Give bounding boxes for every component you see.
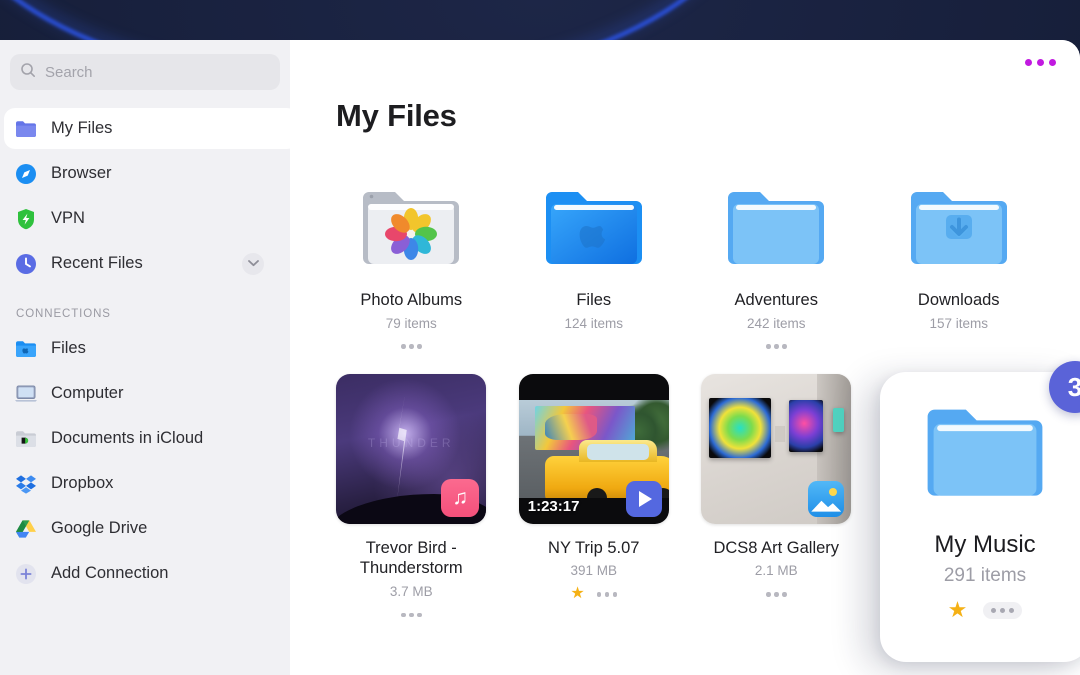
page-title: My Files: [336, 98, 457, 133]
sidebar-item-label: Browser: [51, 164, 112, 182]
video-thumbnail: 1:23:17: [518, 373, 669, 524]
file-name: DCS8 Art Gallery: [713, 538, 840, 557]
folder-icon: [14, 117, 38, 141]
star-icon[interactable]: ★: [570, 586, 584, 602]
file-name: Trevor Bird - Thunderstorm: [359, 538, 463, 578]
dropbox-icon: [14, 472, 38, 496]
file-tile-dcs8-art-gallery[interactable]: DCS8 Art Gallery 2.1 MB: [685, 373, 868, 624]
ellipsis-icon[interactable]: [596, 592, 618, 597]
sidebar-item-browser[interactable]: Browser: [0, 151, 290, 196]
downloads-folder-icon: [885, 158, 1033, 276]
shield-bolt-icon: [14, 207, 38, 231]
folder-tile-adventures[interactable]: Adventures 242 items: [685, 158, 868, 356]
sidebar-item-add-connection[interactable]: Add Connection: [0, 551, 290, 596]
sidebar-section-label: CONNECTIONS: [16, 308, 111, 320]
artwork-shape: [709, 397, 772, 458]
ellipsis-dot: [1025, 59, 1032, 66]
ellipsis-dot: [1049, 59, 1056, 66]
sidebar-item-label: Google Drive: [51, 519, 148, 537]
sidebar-item-label: Dropbox: [51, 474, 114, 492]
folder-actions: [401, 338, 422, 356]
file-meta: 3.7 MB: [389, 583, 433, 599]
sidebar-item-my-files[interactable]: My Files: [0, 106, 298, 151]
folder-tile-photo-albums[interactable]: Photo Albums 79 items: [320, 158, 503, 356]
file-tile-trevor-bird-thunderstorm[interactable]: THUNDER ♫ Trevor Bird - Thunderstorm 3.7…: [320, 373, 503, 624]
folder-name: Adventures: [734, 291, 818, 309]
sidebar-item-label: My Files: [51, 119, 113, 137]
photo-icon: [808, 480, 845, 517]
artwork-shape: [789, 399, 824, 452]
sidebar-item-label: Files: [51, 339, 86, 357]
ellipsis-icon[interactable]: [766, 344, 787, 349]
placard-shape: [775, 425, 786, 442]
sidebar-item-label: Computer: [51, 384, 124, 402]
file-actions: [401, 606, 422, 624]
folder-name: Photo Albums: [360, 291, 463, 309]
artwork-text: THUNDER: [367, 435, 455, 450]
ellipsis-icon[interactable]: [401, 344, 422, 349]
image-thumbnail: [701, 373, 852, 524]
compass-icon: [14, 162, 38, 186]
sidebar-item-files[interactable]: Files: [0, 326, 290, 371]
sidebar-item-label: VPN: [51, 209, 85, 227]
photos-folder-icon: [337, 158, 485, 276]
file-tile-ny-trip[interactable]: 1:23:17 NY Trip 5.07 391 MB ★: [503, 373, 686, 624]
laptop-icon: [14, 382, 38, 406]
apple-folder-icon: [520, 158, 668, 276]
folder-actions: [766, 338, 787, 356]
file-actions: [766, 585, 787, 603]
folder-tile-files[interactable]: Files 124 items: [503, 158, 686, 356]
apple-folder-icon: [14, 337, 38, 361]
floating-folder-card[interactable]: My Music 291 items ★: [880, 372, 1080, 662]
floating-card-meta: 291 items: [943, 565, 1027, 586]
sidebar-item-computer[interactable]: Computer: [0, 371, 290, 416]
folder-name: Files: [576, 291, 612, 309]
floating-card-name: My Music: [934, 531, 1036, 558]
floating-card-actions: ★: [948, 599, 1023, 621]
play-icon[interactable]: [625, 480, 662, 517]
sidebar-item-documents-in-icloud[interactable]: Documents in iCloud: [0, 416, 290, 461]
plus-circle-icon: [14, 562, 38, 586]
sidebar-item-vpn[interactable]: VPN: [0, 196, 290, 241]
search-input[interactable]: [45, 63, 270, 81]
ellipsis-icon[interactable]: [983, 601, 1023, 619]
ellipsis-dot: [1037, 59, 1044, 66]
ellipsis-icon[interactable]: [766, 592, 787, 597]
music-note-icon: ♫: [441, 478, 480, 517]
overflow-menu-button[interactable]: [1025, 59, 1056, 66]
folder-meta: 157 items: [929, 315, 989, 331]
sidebar-item-label: Add Connection: [51, 564, 169, 582]
sidebar-item-label: Recent Files: [51, 254, 143, 272]
folder-meta: 79 items: [385, 315, 437, 331]
folder-grid: Photo Albums 79 items Files 124 items Ad…: [316, 158, 1054, 356]
sidebar-item-label: Documents in iCloud: [51, 429, 204, 447]
file-meta: 391 MB: [570, 563, 618, 579]
sidebar-item-recent-files[interactable]: Recent Files: [0, 241, 290, 286]
chevron-down-icon[interactable]: [242, 252, 264, 275]
clock-icon: [14, 252, 38, 276]
search-icon: [20, 62, 36, 83]
file-meta: 2.1 MB: [754, 563, 798, 579]
search-field[interactable]: [10, 54, 280, 90]
sidebar: My Files Browser VPN: [0, 40, 298, 675]
star-icon[interactable]: ★: [948, 599, 968, 621]
google-drive-icon: [14, 517, 38, 541]
blue-folder-icon: [921, 400, 1049, 515]
ellipsis-icon[interactable]: [401, 612, 422, 618]
folder-meta: 242 items: [746, 315, 806, 331]
documents-folder-icon: [14, 427, 38, 451]
sidebar-item-google-drive[interactable]: Google Drive: [0, 506, 290, 551]
audio-artwork: THUNDER ♫: [336, 373, 487, 524]
folder-name: Downloads: [917, 291, 1000, 309]
video-duration: 1:23:17: [527, 497, 580, 515]
blue-folder-icon: [702, 158, 850, 276]
folder-meta: 124 items: [564, 315, 624, 331]
artwork-shape: [833, 407, 845, 432]
sidebar-item-dropbox[interactable]: Dropbox: [0, 461, 290, 506]
file-name: NY Trip 5.07: [548, 538, 640, 557]
file-actions: ★: [570, 585, 618, 603]
folder-tile-downloads[interactable]: Downloads 157 items: [868, 158, 1051, 356]
